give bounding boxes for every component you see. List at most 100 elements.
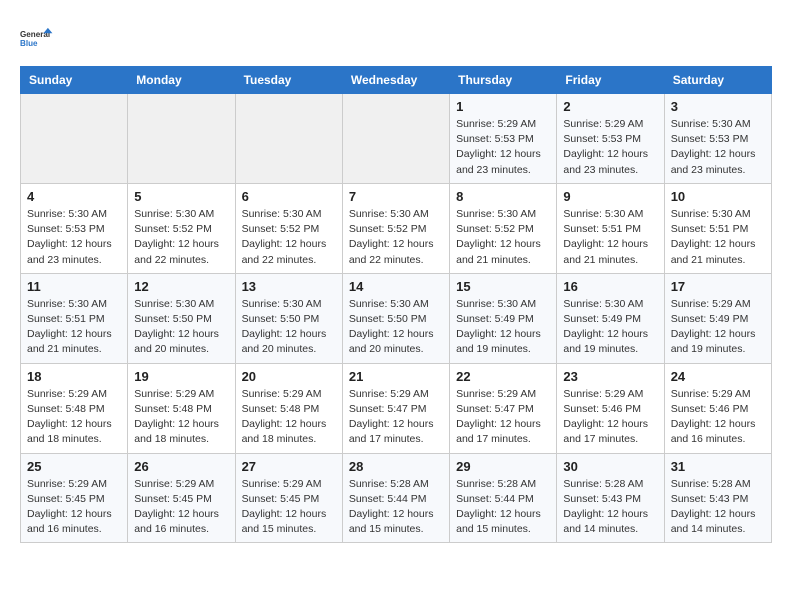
calendar-cell: 12Sunrise: 5:30 AM Sunset: 5:50 PM Dayli… bbox=[128, 273, 235, 363]
day-number: 5 bbox=[134, 189, 228, 204]
header-day-friday: Friday bbox=[557, 67, 664, 94]
day-number: 23 bbox=[563, 369, 657, 384]
day-number: 28 bbox=[349, 459, 443, 474]
calendar-cell: 14 Sunrise: 5:30 AM Sunset: 5:50 PM Dayli… bbox=[342, 273, 449, 363]
day-info: Sunrise: 5:28 AM Sunset: 5:43 PM Dayligh… bbox=[563, 477, 657, 538]
day-number: 7 bbox=[349, 189, 443, 204]
calendar-cell: 26 Sunrise: 5:29 AM Sunset: 5:45 PM Dayli… bbox=[128, 453, 235, 543]
day-number: 1 bbox=[456, 99, 550, 114]
header-day-monday: Monday bbox=[128, 67, 235, 94]
calendar-week-2: 4 Sunrise: 5:30 AM Sunset: 5:53 PM Daylig… bbox=[21, 183, 772, 273]
day-info: Sunrise: 5:29 AM Sunset: 5:47 PM Dayligh… bbox=[349, 387, 443, 448]
calendar-cell: 31Sunrise: 5:28 AM Sunset: 5:43 PM Dayli… bbox=[664, 453, 771, 543]
day-info: Sunrise: 5:28 AM Sunset: 5:44 PM Dayligh… bbox=[349, 477, 443, 538]
calendar-cell bbox=[342, 94, 449, 184]
calendar-table: SundayMondayTuesdayWednesdayThursdayFrid… bbox=[20, 66, 772, 543]
day-number: 16 bbox=[563, 279, 657, 294]
day-info: Sunrise: 5:29 AM Sunset: 5:48 PM Dayligh… bbox=[27, 387, 121, 448]
day-info: Sunrise: 5:30 AM Sunset: 5:52 PM Dayligh… bbox=[134, 207, 228, 268]
calendar-cell: 18Sunrise: 5:29 AM Sunset: 5:48 PM Dayli… bbox=[21, 363, 128, 453]
header-day-tuesday: Tuesday bbox=[235, 67, 342, 94]
calendar-cell bbox=[235, 94, 342, 184]
day-number: 2 bbox=[563, 99, 657, 114]
day-info: Sunrise: 5:29 AM Sunset: 5:48 PM Dayligh… bbox=[134, 387, 228, 448]
calendar-cell: 8 Sunrise: 5:30 AM Sunset: 5:52 PM Daylig… bbox=[450, 183, 557, 273]
calendar-cell: 11Sunrise: 5:30 AM Sunset: 5:51 PM Dayli… bbox=[21, 273, 128, 363]
day-info: Sunrise: 5:30 AM Sunset: 5:49 PM Dayligh… bbox=[456, 297, 550, 358]
day-info: Sunrise: 5:30 AM Sunset: 5:52 PM Dayligh… bbox=[349, 207, 443, 268]
day-info: Sunrise: 5:30 AM Sunset: 5:49 PM Dayligh… bbox=[563, 297, 657, 358]
calendar-cell: 15 Sunrise: 5:30 AM Sunset: 5:49 PM Dayli… bbox=[450, 273, 557, 363]
day-info: Sunrise: 5:29 AM Sunset: 5:46 PM Dayligh… bbox=[671, 387, 765, 448]
day-number: 6 bbox=[242, 189, 336, 204]
calendar-week-4: 18Sunrise: 5:29 AM Sunset: 5:48 PM Dayli… bbox=[21, 363, 772, 453]
calendar-cell: 5 Sunrise: 5:30 AM Sunset: 5:52 PM Daylig… bbox=[128, 183, 235, 273]
calendar-cell: 3 Sunrise: 5:30 AM Sunset: 5:53 PM Daylig… bbox=[664, 94, 771, 184]
calendar-cell: 7 Sunrise: 5:30 AM Sunset: 5:52 PM Daylig… bbox=[342, 183, 449, 273]
day-info: Sunrise: 5:30 AM Sunset: 5:50 PM Dayligh… bbox=[349, 297, 443, 358]
header-day-wednesday: Wednesday bbox=[342, 67, 449, 94]
calendar-cell: 10Sunrise: 5:30 AM Sunset: 5:51 PM Dayli… bbox=[664, 183, 771, 273]
day-info: Sunrise: 5:29 AM Sunset: 5:53 PM Dayligh… bbox=[456, 117, 550, 178]
calendar-cell: 27 Sunrise: 5:29 AM Sunset: 5:45 PM Dayli… bbox=[235, 453, 342, 543]
header-row: SundayMondayTuesdayWednesdayThursdayFrid… bbox=[21, 67, 772, 94]
day-info: Sunrise: 5:30 AM Sunset: 5:52 PM Dayligh… bbox=[242, 207, 336, 268]
day-number: 20 bbox=[242, 369, 336, 384]
day-info: Sunrise: 5:30 AM Sunset: 5:50 PM Dayligh… bbox=[242, 297, 336, 358]
day-number: 24 bbox=[671, 369, 765, 384]
logo: GeneralBlue bbox=[20, 20, 56, 56]
day-number: 15 bbox=[456, 279, 550, 294]
day-info: Sunrise: 5:30 AM Sunset: 5:50 PM Dayligh… bbox=[134, 297, 228, 358]
day-number: 9 bbox=[563, 189, 657, 204]
day-number: 10 bbox=[671, 189, 765, 204]
day-number: 19 bbox=[134, 369, 228, 384]
day-info: Sunrise: 5:29 AM Sunset: 5:48 PM Dayligh… bbox=[242, 387, 336, 448]
calendar-cell: 22 Sunrise: 5:29 AM Sunset: 5:47 PM Dayli… bbox=[450, 363, 557, 453]
calendar-cell: 20 Sunrise: 5:29 AM Sunset: 5:48 PM Dayli… bbox=[235, 363, 342, 453]
day-info: Sunrise: 5:29 AM Sunset: 5:49 PM Dayligh… bbox=[671, 297, 765, 358]
calendar-cell: 21 Sunrise: 5:29 AM Sunset: 5:47 PM Dayli… bbox=[342, 363, 449, 453]
day-info: Sunrise: 5:29 AM Sunset: 5:53 PM Dayligh… bbox=[563, 117, 657, 178]
day-number: 21 bbox=[349, 369, 443, 384]
calendar-cell: 25Sunrise: 5:29 AM Sunset: 5:45 PM Dayli… bbox=[21, 453, 128, 543]
day-number: 14 bbox=[349, 279, 443, 294]
day-info: Sunrise: 5:29 AM Sunset: 5:45 PM Dayligh… bbox=[27, 477, 121, 538]
day-info: Sunrise: 5:28 AM Sunset: 5:43 PM Dayligh… bbox=[671, 477, 765, 538]
calendar-cell: 4 Sunrise: 5:30 AM Sunset: 5:53 PM Daylig… bbox=[21, 183, 128, 273]
day-number: 26 bbox=[134, 459, 228, 474]
day-info: Sunrise: 5:29 AM Sunset: 5:46 PM Dayligh… bbox=[563, 387, 657, 448]
calendar-header: SundayMondayTuesdayWednesdayThursdayFrid… bbox=[21, 67, 772, 94]
day-number: 4 bbox=[27, 189, 121, 204]
day-info: Sunrise: 5:28 AM Sunset: 5:44 PM Dayligh… bbox=[456, 477, 550, 538]
calendar-cell: 23 Sunrise: 5:29 AM Sunset: 5:46 PM Dayli… bbox=[557, 363, 664, 453]
calendar-week-3: 11Sunrise: 5:30 AM Sunset: 5:51 PM Dayli… bbox=[21, 273, 772, 363]
day-info: Sunrise: 5:30 AM Sunset: 5:53 PM Dayligh… bbox=[671, 117, 765, 178]
header-day-thursday: Thursday bbox=[450, 67, 557, 94]
calendar-cell: 28 Sunrise: 5:28 AM Sunset: 5:44 PM Dayli… bbox=[342, 453, 449, 543]
calendar-cell: 9Sunrise: 5:30 AM Sunset: 5:51 PM Daylig… bbox=[557, 183, 664, 273]
day-info: Sunrise: 5:30 AM Sunset: 5:52 PM Dayligh… bbox=[456, 207, 550, 268]
day-number: 29 bbox=[456, 459, 550, 474]
day-number: 27 bbox=[242, 459, 336, 474]
day-info: Sunrise: 5:29 AM Sunset: 5:47 PM Dayligh… bbox=[456, 387, 550, 448]
day-number: 22 bbox=[456, 369, 550, 384]
day-number: 17 bbox=[671, 279, 765, 294]
calendar-cell: 30Sunrise: 5:28 AM Sunset: 5:43 PM Dayli… bbox=[557, 453, 664, 543]
calendar-body: 1 Sunrise: 5:29 AM Sunset: 5:53 PM Daylig… bbox=[21, 94, 772, 543]
day-number: 8 bbox=[456, 189, 550, 204]
day-info: Sunrise: 5:30 AM Sunset: 5:53 PM Dayligh… bbox=[27, 207, 121, 268]
header-day-saturday: Saturday bbox=[664, 67, 771, 94]
svg-text:Blue: Blue bbox=[20, 39, 38, 48]
day-number: 13 bbox=[242, 279, 336, 294]
calendar-cell: 24 Sunrise: 5:29 AM Sunset: 5:46 PM Dayli… bbox=[664, 363, 771, 453]
calendar-cell: 6 Sunrise: 5:30 AM Sunset: 5:52 PM Daylig… bbox=[235, 183, 342, 273]
calendar-cell: 2 Sunrise: 5:29 AM Sunset: 5:53 PM Daylig… bbox=[557, 94, 664, 184]
day-info: Sunrise: 5:29 AM Sunset: 5:45 PM Dayligh… bbox=[242, 477, 336, 538]
calendar-week-5: 25Sunrise: 5:29 AM Sunset: 5:45 PM Dayli… bbox=[21, 453, 772, 543]
day-number: 3 bbox=[671, 99, 765, 114]
day-info: Sunrise: 5:29 AM Sunset: 5:45 PM Dayligh… bbox=[134, 477, 228, 538]
page-header: GeneralBlue bbox=[20, 20, 772, 56]
calendar-cell: 13 Sunrise: 5:30 AM Sunset: 5:50 PM Dayli… bbox=[235, 273, 342, 363]
logo-icon: GeneralBlue bbox=[20, 20, 56, 56]
calendar-cell: 19 Sunrise: 5:29 AM Sunset: 5:48 PM Dayli… bbox=[128, 363, 235, 453]
